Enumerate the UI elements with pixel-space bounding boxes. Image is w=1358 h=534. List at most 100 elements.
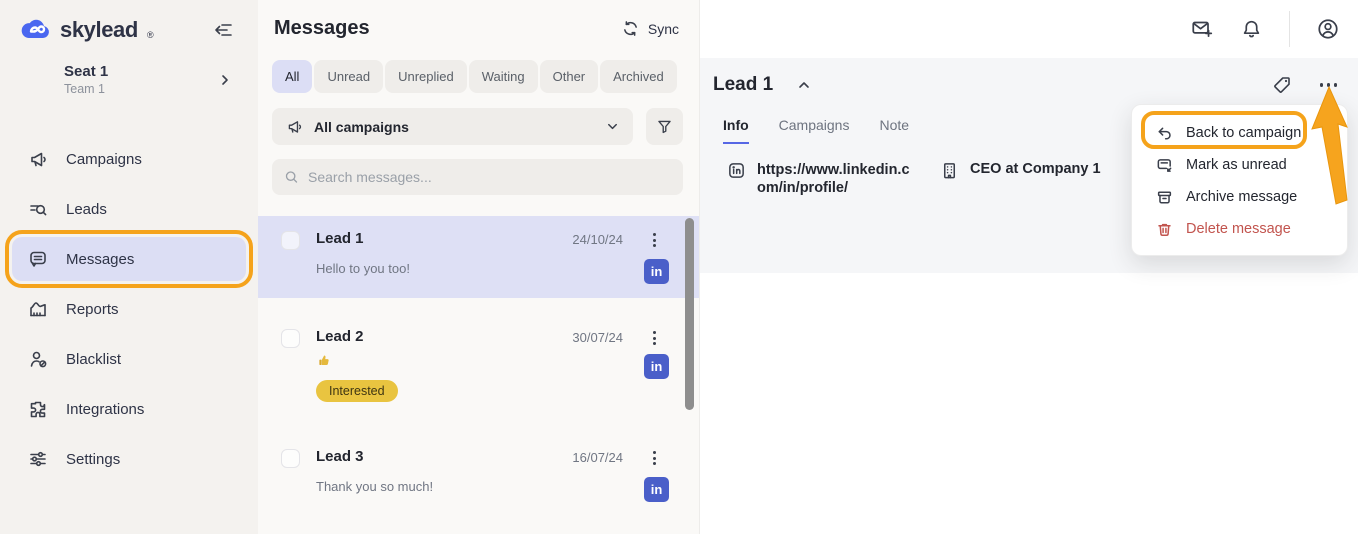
menu-item-archive-message[interactable]: Archive message <box>1132 181 1347 213</box>
tab-note[interactable]: Note <box>879 117 909 144</box>
puzzle-icon <box>28 399 48 419</box>
menu-item-label: Delete message <box>1186 221 1291 237</box>
thread-row-lead-3[interactable]: Lead 3 16/07/24 Thank you so much! in <box>258 434 699 514</box>
interested-tag-badge: Interested <box>316 380 398 402</box>
sync-button[interactable]: Sync <box>622 20 679 37</box>
topbar-divider <box>1289 11 1290 47</box>
message-actions-menu: Back to campaign Mark as unread Archive … <box>1131 104 1348 256</box>
sidebar-item-label: Settings <box>66 451 120 468</box>
filter-tab-unreplied[interactable]: Unreplied <box>385 60 467 93</box>
tab-campaigns[interactable]: Campaigns <box>779 117 850 144</box>
lead-position: CEO at Company 1 <box>970 161 1101 177</box>
sidebar-item-campaigns[interactable]: Campaigns <box>0 134 258 184</box>
thread-preview: Thank you so much! <box>316 479 433 494</box>
sidebar-item-label: Campaigns <box>66 151 142 168</box>
menu-item-label: Archive message <box>1186 189 1297 205</box>
bell-icon[interactable] <box>1240 18 1263 41</box>
search-input[interactable] <box>308 169 671 185</box>
thread-name: Lead 3 <box>316 448 364 465</box>
sidebar-item-leads[interactable]: Leads <box>0 184 258 234</box>
thread-row-lead-2[interactable]: Lead 2 30/07/24 Interested in <box>258 314 699 418</box>
sidebar-item-label: Messages <box>66 251 134 268</box>
thread-checkbox[interactable] <box>281 329 300 348</box>
filter-tab-waiting[interactable]: Waiting <box>469 60 538 93</box>
filter-tab-all[interactable]: All <box>272 60 312 93</box>
thread-preview: Hello to you too! <box>316 261 410 276</box>
mail-plus-icon[interactable] <box>1190 17 1214 41</box>
blacklist-icon <box>28 349 48 369</box>
thread-list: Lead 1 24/10/24 Hello to you too! in Lea… <box>258 216 699 514</box>
sidebar-item-label: Blacklist <box>66 351 121 368</box>
megaphone-icon <box>286 118 303 135</box>
menu-item-delete-message[interactable]: Delete message <box>1132 213 1347 245</box>
advanced-filter-button[interactable] <box>646 108 683 145</box>
brand-name: skylead <box>60 17 138 43</box>
brand-trademark: ® <box>147 30 154 43</box>
megaphone-icon <box>28 149 48 169</box>
message-icon <box>28 249 48 269</box>
topbar <box>700 0 1358 58</box>
collapse-sidebar-icon[interactable] <box>212 19 234 41</box>
skylead-logo: skylead ® <box>20 17 154 43</box>
seat-title: Seat 1 <box>64 63 108 80</box>
trash-icon <box>1156 221 1173 238</box>
sidebar-item-label: Leads <box>66 201 107 218</box>
thread-checkbox[interactable] <box>281 449 300 468</box>
filter-tab-unread[interactable]: Unread <box>314 60 383 93</box>
more-actions-button[interactable] <box>1320 77 1338 93</box>
cloud-logo-icon <box>20 18 52 42</box>
campaign-select-value: All campaigns <box>314 119 595 135</box>
thread-date: 24/10/24 <box>572 232 623 247</box>
linkedin-badge-icon: in <box>644 259 669 284</box>
thread-name: Lead 2 <box>316 328 364 345</box>
campaign-select[interactable]: All campaigns <box>272 108 633 145</box>
reports-icon <box>28 299 48 319</box>
thumbs-up-emoji-icon <box>317 353 331 373</box>
lead-detail-panel: Lead 1 Info Campaigns Note <box>700 0 1358 534</box>
tab-info[interactable]: Info <box>723 117 749 144</box>
leads-search-icon <box>28 199 48 219</box>
thread-menu-button[interactable] <box>645 229 663 251</box>
profile-icon[interactable] <box>1316 17 1340 41</box>
tag-icon[interactable] <box>1272 75 1292 95</box>
thread-date: 30/07/24 <box>572 330 623 345</box>
sidebar-item-settings[interactable]: Settings <box>0 434 258 484</box>
sidebar-nav: Campaigns Leads Messages Reports <box>0 134 258 484</box>
chevron-down-icon <box>606 120 619 133</box>
menu-item-label: Back to campaign <box>1186 125 1301 141</box>
list-scrollbar[interactable] <box>685 218 694 410</box>
thread-checkbox[interactable] <box>281 231 300 250</box>
lead-linkedin-url[interactable]: https://www.linkedin.com/in/profile/ <box>757 161 912 197</box>
sidebar-item-messages[interactable]: Messages <box>12 237 246 281</box>
sliders-icon <box>28 449 48 469</box>
messages-panel: Messages Sync All Unread Unreplied Waiti… <box>258 0 700 534</box>
thread-menu-button[interactable] <box>645 327 663 349</box>
chevron-right-icon <box>218 73 232 87</box>
thread-menu-button[interactable] <box>645 447 663 469</box>
thread-date: 16/07/24 <box>572 450 623 465</box>
mark-unread-icon <box>1156 157 1173 174</box>
search-bar <box>272 159 683 195</box>
menu-item-label: Mark as unread <box>1186 157 1287 173</box>
thread-name: Lead 1 <box>316 230 364 247</box>
seat-subtitle: Team 1 <box>64 82 108 96</box>
sync-label: Sync <box>648 21 679 37</box>
menu-item-back-to-campaign[interactable]: Back to campaign <box>1132 117 1347 149</box>
sidebar-item-blacklist[interactable]: Blacklist <box>0 334 258 384</box>
sidebar-item-reports[interactable]: Reports <box>0 284 258 334</box>
chevron-up-icon[interactable] <box>797 78 811 92</box>
archive-icon <box>1156 189 1173 206</box>
menu-item-mark-as-unread[interactable]: Mark as unread <box>1132 149 1347 181</box>
linkedin-badge-icon: in <box>644 477 669 502</box>
undo-icon <box>1156 125 1173 142</box>
linkedin-badge-icon: in <box>644 354 669 379</box>
filter-tab-archived[interactable]: Archived <box>600 60 677 93</box>
building-icon <box>940 161 959 180</box>
sidebar-item-label: Integrations <box>66 401 144 418</box>
sidebar-item-integrations[interactable]: Integrations <box>0 384 258 434</box>
thread-row-lead-1[interactable]: Lead 1 24/10/24 Hello to you too! in <box>258 216 699 298</box>
seat-selector[interactable]: Seat 1 Team 1 <box>0 43 258 96</box>
sync-icon <box>622 20 639 37</box>
filter-tab-other[interactable]: Other <box>540 60 599 93</box>
linkedin-outline-icon <box>727 161 746 180</box>
